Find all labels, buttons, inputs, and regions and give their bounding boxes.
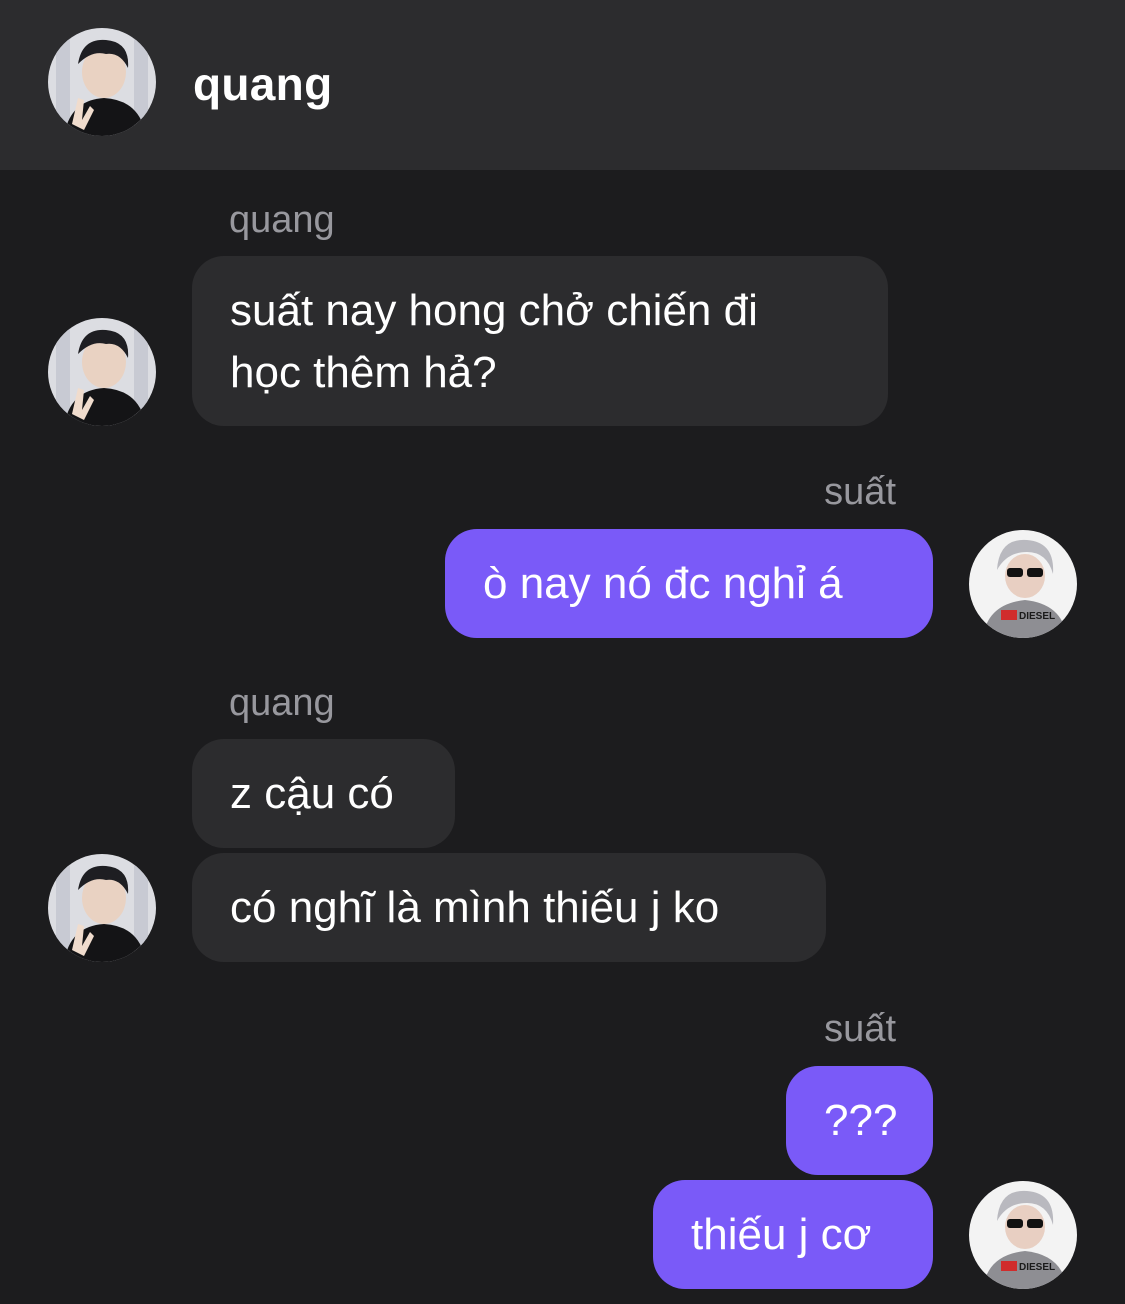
suat-avatar-icon[interactable]: DIESEL	[969, 1181, 1077, 1289]
outgoing-message-bubble[interactable]: ???	[786, 1066, 933, 1175]
incoming-message-bubble[interactable]: suất nay hong chở chiến đi học thêm hả?	[192, 256, 888, 426]
sender-name-suat: suất	[824, 1008, 896, 1050]
chat-header: quang	[0, 0, 1125, 170]
message-line: suất nay hong chở chiến đi	[230, 286, 758, 335]
sender-name-quang: quang	[229, 199, 335, 241]
quang-avatar-icon[interactable]	[48, 854, 156, 962]
incoming-message-bubble[interactable]: z cậu có	[192, 739, 455, 848]
message-line: học thêm hả?	[230, 348, 497, 397]
suat-avatar-icon[interactable]: DIESEL	[969, 530, 1077, 638]
contact-avatar-icon[interactable]	[48, 28, 156, 136]
sender-name-suat: suất	[824, 471, 896, 513]
diesel-logo: DIESEL	[1019, 1262, 1055, 1273]
outgoing-message-bubble[interactable]: thiếu j cơ	[653, 1180, 933, 1289]
incoming-message-bubble[interactable]: có nghĩ là mình thiếu j ko	[192, 853, 826, 962]
quang-avatar-icon[interactable]	[48, 318, 156, 426]
outgoing-message-bubble[interactable]: ò nay nó đc nghỉ á	[445, 529, 933, 638]
conversation-title[interactable]: quang	[193, 52, 332, 116]
diesel-logo: DIESEL	[1019, 611, 1055, 622]
sender-name-quang: quang	[229, 682, 335, 724]
